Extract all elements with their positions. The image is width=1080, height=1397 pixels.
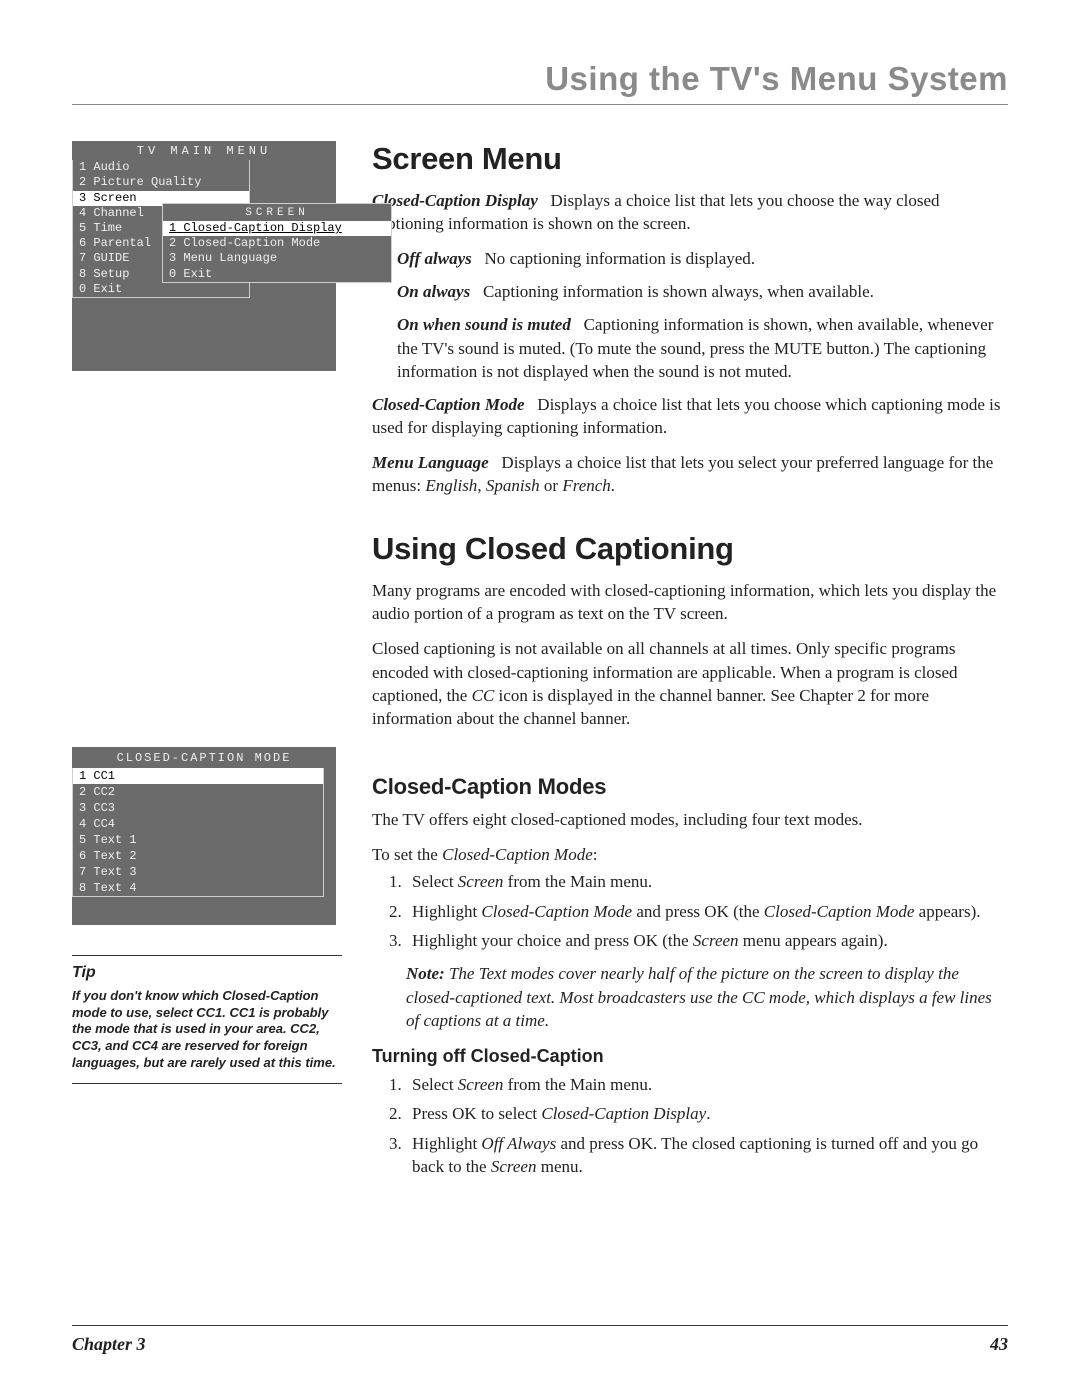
turn-off-steps: Select Screen from the Main menu. Press … bbox=[392, 1073, 1002, 1179]
page-footer: Chapter 3 43 bbox=[72, 1325, 1008, 1355]
ccd-lead: Closed-Caption Display bbox=[372, 191, 538, 210]
page-header: Using the TV's Menu System bbox=[72, 60, 1008, 105]
screen-submenu-title: SCREEN bbox=[163, 204, 391, 221]
tip-title: Tip bbox=[72, 964, 342, 982]
turning-off-heading: Turning off Closed-Caption bbox=[372, 1046, 1002, 1067]
ml-french: French bbox=[562, 476, 610, 495]
on-always-lead: On always bbox=[397, 282, 470, 301]
step-3: Highlight your choice and press OK (the … bbox=[406, 929, 1002, 952]
cc-mode-list: 1 CC1 2 CC2 3 CC3 4 CC4 5 Text 1 6 Text … bbox=[72, 768, 324, 897]
cc-mode-menu-title: CLOSED-CAPTION MODE bbox=[72, 747, 336, 768]
screen-submenu-item-selected: 1 Closed-Caption Display bbox=[163, 221, 391, 236]
left-column: TV MAIN MENU 1 Audio 2 Picture Quality 3… bbox=[72, 141, 342, 1189]
cc-modes-p2-em: Closed-Caption Mode bbox=[442, 845, 593, 864]
toff-step-2: Press OK to select Closed-Caption Displa… bbox=[406, 1102, 1002, 1125]
cc-mode-item-selected: 1 CC1 bbox=[73, 768, 323, 784]
cc-mode-item: 3 CC3 bbox=[73, 800, 323, 816]
note-block: Note: The Text modes cover nearly half o… bbox=[406, 962, 1002, 1031]
cc-modes-p2: To set the Closed-Caption Mode: bbox=[372, 843, 1002, 866]
cc-modes-steps: Select Screen from the Main menu. Highli… bbox=[392, 870, 1002, 952]
tv-main-menu-figure: TV MAIN MENU 1 Audio 2 Picture Quality 3… bbox=[72, 141, 336, 371]
cc-modes-p2b: : bbox=[593, 845, 598, 864]
on-muted-row: On when sound is muted Captioning inform… bbox=[397, 313, 1002, 382]
tip-text: If you don't know which Closed-Caption m… bbox=[72, 988, 342, 1071]
cc-mode-item: 5 Text 1 bbox=[73, 832, 323, 848]
cc-modes-p2a: To set the bbox=[372, 845, 442, 864]
toff-step-3: Highlight Off Always and press OK. The c… bbox=[406, 1132, 1002, 1179]
on-muted-lead: On when sound is muted bbox=[397, 315, 571, 334]
content-grid: TV MAIN MENU 1 Audio 2 Picture Quality 3… bbox=[72, 141, 1008, 1189]
cc-modes-p1: The TV offers eight closed-captioned mod… bbox=[372, 808, 1002, 831]
cc-icon-label: CC bbox=[472, 686, 495, 705]
screen-menu-heading: Screen Menu bbox=[372, 141, 1002, 177]
ml-end: . bbox=[611, 476, 615, 495]
tv-main-menu-title: TV MAIN MENU bbox=[72, 141, 336, 160]
ml-lead: Menu Language bbox=[372, 453, 489, 472]
tv-menu-item: 1 Audio bbox=[73, 160, 249, 175]
ml-english: English bbox=[425, 476, 477, 495]
step-2: Highlight Closed-Caption Mode and press … bbox=[406, 900, 1002, 923]
step-1: Select Screen from the Main menu. bbox=[406, 870, 1002, 893]
cc-mode-item: 8 Text 4 bbox=[73, 880, 323, 896]
note-text: The Text modes cover nearly half of the … bbox=[406, 964, 992, 1029]
cc-mode-item: 2 CC2 bbox=[73, 784, 323, 800]
ccd-paragraph: Closed-Caption Display Displays a choice… bbox=[372, 189, 1002, 235]
screen-submenu-item: 0 Exit bbox=[163, 267, 391, 282]
tv-menu-item: 2 Picture Quality bbox=[73, 175, 249, 190]
on-always-text: Captioning information is shown always, … bbox=[483, 282, 874, 301]
on-always-row: On always Captioning information is show… bbox=[397, 280, 1002, 303]
right-column: Screen Menu Closed-Caption Display Displ… bbox=[372, 141, 1008, 1189]
toff-step-1: Select Screen from the Main menu. bbox=[406, 1073, 1002, 1096]
note-lead: Note: bbox=[406, 964, 445, 983]
ccd-options: Off always No captioning information is … bbox=[397, 247, 1002, 383]
cc-mode-menu-figure: CLOSED-CAPTION MODE 1 CC1 2 CC2 3 CC3 4 … bbox=[72, 747, 336, 925]
using-cc-p2: Closed captioning is not available on al… bbox=[372, 637, 1002, 729]
ccm-paragraph: Closed-Caption Mode Displays a choice li… bbox=[372, 393, 1002, 439]
ml-or: or bbox=[540, 476, 563, 495]
using-cc-p1: Many programs are encoded with closed-ca… bbox=[372, 579, 1002, 625]
cc-modes-heading: Closed-Caption Modes bbox=[372, 774, 1002, 800]
cc-mode-item: 7 Text 3 bbox=[73, 864, 323, 880]
footer-page-number: 43 bbox=[990, 1334, 1008, 1355]
cc-mode-item: 4 CC4 bbox=[73, 816, 323, 832]
spacer bbox=[72, 395, 342, 747]
ml-sep: , bbox=[477, 476, 486, 495]
off-always-lead: Off always bbox=[397, 249, 472, 268]
screen-submenu-item: 3 Menu Language bbox=[163, 251, 391, 266]
ml-spanish: Spanish bbox=[486, 476, 540, 495]
ccm-lead: Closed-Caption Mode bbox=[372, 395, 525, 414]
tv-menu-item: 0 Exit bbox=[73, 282, 249, 297]
off-always-text: No captioning information is displayed. bbox=[485, 249, 756, 268]
menu-language-paragraph: Menu Language Displays a choice list tha… bbox=[372, 451, 1002, 497]
screen-submenu: SCREEN 1 Closed-Caption Display 2 Closed… bbox=[162, 203, 392, 283]
using-cc-heading: Using Closed Captioning bbox=[372, 531, 1002, 567]
off-always-row: Off always No captioning information is … bbox=[397, 247, 1002, 270]
tip-box: Tip If you don't know which Closed-Capti… bbox=[72, 955, 342, 1084]
cc-mode-item: 6 Text 2 bbox=[73, 848, 323, 864]
footer-chapter: Chapter 3 bbox=[72, 1334, 146, 1355]
screen-submenu-item: 2 Closed-Caption Mode bbox=[163, 236, 391, 251]
